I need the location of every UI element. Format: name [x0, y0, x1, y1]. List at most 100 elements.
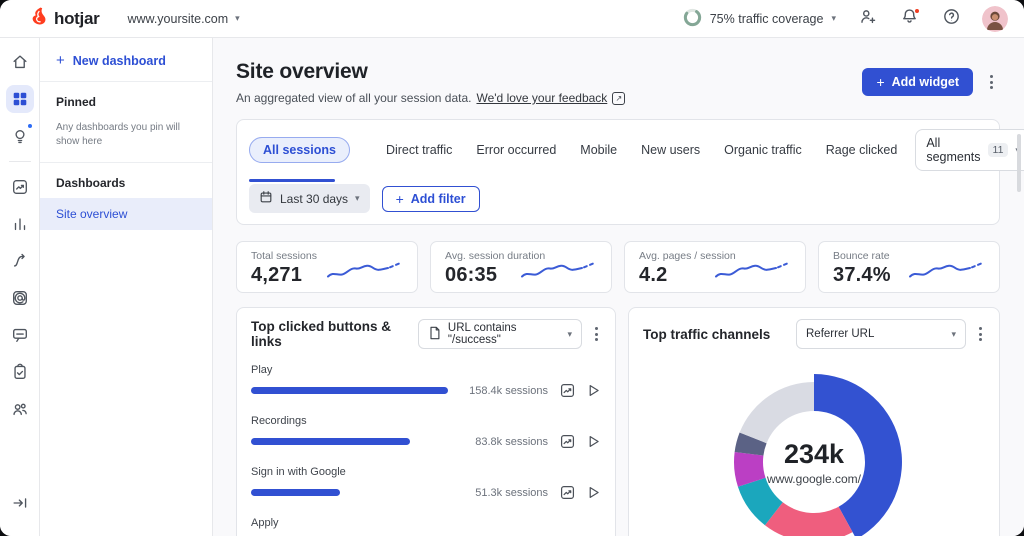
chevron-down-icon: ▾ [235, 13, 240, 23]
coverage-ring-icon [683, 8, 702, 30]
dashboard-menu-button[interactable] [987, 72, 996, 92]
feedback-link[interactable]: We'd love your feedback [476, 91, 607, 105]
view-trend-button[interactable] [560, 383, 575, 398]
surveys-icon [11, 363, 29, 381]
rail-item-feedback[interactable] [6, 321, 34, 349]
app-window: hotjar www.yoursite.com ▾ 75% traffic co… [0, 0, 1024, 536]
add-filter-button[interactable]: + Add filter [381, 185, 480, 212]
segment-tab[interactable]: Direct traffic [386, 143, 452, 157]
segment-tab[interactable]: New users [641, 143, 700, 157]
clicked-item-bar [251, 387, 448, 394]
add-widget-button[interactable]: + Add widget [862, 68, 973, 96]
collapse-sidebar-button[interactable] [6, 489, 34, 517]
chevron-down-icon: ▾ [567, 328, 572, 339]
referrer-value: Referrer URL [806, 328, 875, 340]
play-recordings-button[interactable] [586, 485, 601, 500]
segment-tabs: All sessions Direct traffic Error occurred… [237, 120, 1024, 182]
help-icon [942, 7, 961, 31]
view-trend-button[interactable] [560, 485, 575, 500]
chevron-down-icon: ▾ [951, 328, 956, 339]
url-filter-value: URL contains "/success" [447, 322, 517, 346]
clicked-item-bar [251, 489, 340, 496]
view-trend-button[interactable] [560, 434, 575, 449]
play-recordings-button[interactable] [586, 434, 601, 449]
badge-dot [26, 123, 33, 129]
segment-tab-active[interactable]: All sessions [249, 137, 350, 163]
url-filter-dropdown[interactable]: URL contains "/success" ▾ [417, 319, 582, 349]
hotjar-logo[interactable]: hotjar [30, 6, 100, 31]
sidebar: + New dashboard Pinned Any dashboards yo… [40, 38, 213, 536]
topbar: hotjar www.yoursite.com ▾ 75% traffic co… [0, 0, 1024, 38]
main-content: Site overview An aggregated view of all … [213, 38, 1024, 536]
rail-item-funnels[interactable] [6, 210, 34, 238]
rail-item-journeys[interactable] [6, 247, 34, 275]
mentions-icon [11, 289, 29, 307]
panel-title: Top traffic channels [643, 326, 771, 342]
dashboards-heading: Dashboards [56, 176, 126, 190]
chevron-down-icon: ▾ [831, 13, 836, 23]
referrer-dropdown[interactable]: Referrer URL ▾ [796, 319, 966, 349]
metric-card: Avg. pages / session 4.2 [624, 241, 806, 293]
rail-item-insights[interactable] [6, 122, 34, 150]
flame-icon [30, 6, 48, 31]
brand-name: hotjar [54, 8, 100, 28]
sessions-count: 158.4k sessions [469, 384, 548, 397]
trends-icon [11, 178, 29, 196]
scrollbar-thumb[interactable] [1017, 134, 1021, 192]
new-dashboard-button[interactable]: + New dashboard [40, 38, 212, 81]
external-link-icon[interactable]: ↗ [612, 91, 626, 105]
segment-tab[interactable]: Error occurred [476, 143, 556, 157]
rail-item-surveys[interactable] [6, 358, 34, 386]
rail-item-home[interactable] [6, 48, 34, 76]
clicked-item-label: Play [251, 364, 273, 376]
funnels-icon [11, 215, 29, 233]
feedback-icon [11, 326, 29, 344]
coverage-label: 75% traffic coverage [709, 11, 824, 26]
pinned-empty-text: Any dashboards you pin will show here [56, 122, 180, 147]
panel-title: Top clicked buttons & links [251, 319, 392, 349]
segment-tab[interactable]: Organic traffic [724, 143, 802, 157]
segment-tab[interactable]: Rage clicked [826, 143, 898, 157]
chevron-down-icon: ▾ [355, 193, 360, 203]
rail-item-interviews[interactable] [6, 395, 34, 423]
play-recordings-button[interactable] [586, 383, 601, 398]
insights-icon [11, 127, 29, 145]
dashboards-icon [11, 90, 29, 108]
invite-user-button[interactable] [856, 8, 878, 30]
segment-tab[interactable]: Mobile [580, 143, 617, 157]
icon-rail [0, 38, 40, 536]
notification-dot [914, 7, 920, 14]
avatar[interactable] [982, 5, 1008, 32]
panel-menu-button[interactable] [976, 324, 985, 344]
metric-card: Bounce rate 37.4% [818, 241, 1000, 293]
help-button[interactable] [940, 8, 962, 30]
traffic-coverage[interactable]: 75% traffic coverage ▾ [683, 8, 836, 30]
site-selector-value: www.yoursite.com [127, 11, 229, 26]
sessions-count: 83.8k sessions [475, 435, 548, 448]
donut-chart: 234k www.google.com/ [714, 362, 914, 536]
rail-item-dashboards[interactable] [5, 85, 34, 113]
filters-container: All sessions Direct traffic Error occurred… [236, 119, 1024, 225]
all-segments-label: All segments [926, 136, 981, 164]
all-segments-dropdown[interactable]: All segments 11 ▾ [915, 129, 1024, 171]
rail-item-mentions[interactable] [6, 284, 34, 312]
metric-card: Avg. session duration 06:35 [430, 241, 612, 293]
sidebar-item-site-overview[interactable]: Site overview [40, 198, 212, 230]
metric-card: Total sessions 4,271 [236, 241, 418, 293]
clicked-item-row: Recordings 83.8k sessions [251, 415, 601, 449]
date-range-picker[interactable]: Last 30 days ▾ [249, 184, 370, 213]
rail-item-trends[interactable] [6, 173, 34, 201]
plus-icon: + [876, 74, 885, 90]
site-selector[interactable]: www.yoursite.com ▾ [127, 12, 239, 26]
clicked-item-label: Sign in with Google [251, 466, 346, 478]
top-clicked-panel: Top clicked buttons & links URL contains… [236, 307, 616, 536]
divider [8, 161, 31, 162]
donut-segment[interactable] [739, 382, 814, 444]
clicked-item-label: Recordings [251, 415, 307, 427]
clicked-items-list: Play 158.4k sessions Recordings 83.8k se… [237, 360, 615, 536]
add-filter-label: Add filter [410, 191, 466, 206]
notifications-button[interactable] [898, 7, 920, 30]
plus-icon: + [395, 190, 404, 207]
panel-menu-button[interactable] [592, 324, 601, 344]
date-range-value: Last 30 days [280, 191, 349, 206]
